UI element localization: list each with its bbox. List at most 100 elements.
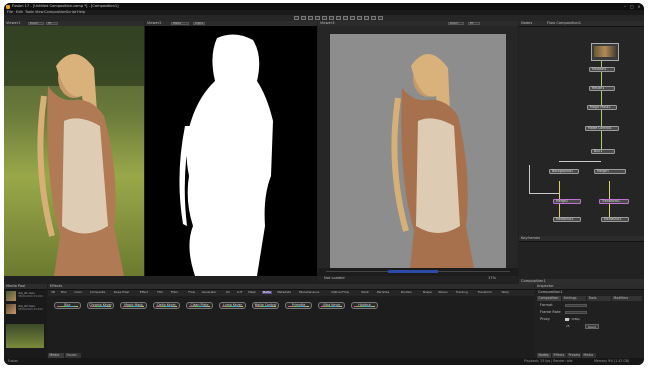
effects-category-warp[interactable]: Warp: [502, 291, 509, 294]
effects-tool-clean-plate[interactable]: Clean Plate: [186, 302, 213, 309]
text-icon[interactable]: [364, 16, 369, 20]
media-pool-header: Media Pool: [4, 284, 47, 290]
loop-icon[interactable]: [308, 16, 313, 20]
flow-node-mediain[interactable]: MediaIn1: [589, 67, 615, 72]
effects-category-color[interactable]: Color: [74, 291, 82, 294]
effects-category-composite[interactable]: Composite: [90, 291, 105, 294]
effects-category-tracking[interactable]: Tracking: [456, 291, 468, 294]
inspector-tab-settings[interactable]: Settings: [562, 296, 586, 301]
effects-category-filter[interactable]: Filter: [171, 291, 178, 294]
effects-category-effect[interactable]: Effect: [140, 291, 148, 294]
effects-category-stereo[interactable]: Stereo: [438, 291, 447, 294]
flow-title: Nodes: [521, 20, 533, 25]
flow-node-transform[interactable]: Transform1: [599, 199, 629, 204]
viewer2-matte[interactable]: [145, 26, 317, 276]
flow-node-matte-control[interactable]: Matte Control1: [585, 126, 619, 131]
menu-edit[interactable]: Edit: [16, 10, 23, 15]
paint-icon[interactable]: [343, 16, 348, 20]
tab-media[interactable]: Media: [48, 353, 64, 358]
flow-node-resize[interactable]: Resize1: [589, 86, 615, 91]
effects-category-position[interactable]: Position: [401, 291, 412, 294]
viewer2-alpha-dropdown[interactable]: Alpha: [193, 21, 205, 26]
viewer3-zoom-dropdown[interactable]: Zoom: [448, 21, 464, 26]
effects-tool-magic-mask[interactable]: Magic Mask: [120, 302, 147, 309]
transform-icon[interactable]: [378, 16, 383, 20]
effects-tool-chroma-keyer[interactable]: Chroma Keyer: [87, 302, 114, 309]
viewer1-image[interactable]: [4, 26, 144, 276]
zoom-icon[interactable]: [336, 16, 341, 20]
menu-view[interactable]: View: [35, 10, 44, 15]
effects-category-paint[interactable]: Paint: [362, 291, 369, 294]
inspector-node-name: Composition1: [538, 290, 563, 294]
effects-category-metadata[interactable]: Metadata: [277, 291, 291, 294]
effects-category-optical-flow[interactable]: Optical Flow: [331, 291, 349, 294]
effects-category-3d[interactable]: 3D: [51, 291, 55, 294]
flow-node-background[interactable]: Background1: [549, 169, 579, 174]
flow-node-merge1[interactable]: Merge1: [594, 169, 626, 174]
effects-tool-luma-keyer[interactable]: Luma Keyer: [219, 302, 246, 309]
flow-node-thumbnail[interactable]: [591, 43, 619, 61]
viewer3-time-ruler[interactable]: [318, 268, 518, 276]
inspector-tab-modifiers[interactable]: Modifiers: [612, 296, 642, 301]
inspector-tab-tools[interactable]: Tools: [587, 296, 611, 301]
effects-tool-delta-keyer[interactable]: Delta Keyer: [153, 302, 180, 309]
inspector-proxy-checkbox[interactable]: [565, 317, 569, 321]
effects-category-lut[interactable]: LUT: [237, 291, 242, 294]
minimize-icon[interactable]: –: [622, 4, 628, 9]
inspector-tab-composition[interactable]: Composition: [537, 296, 561, 301]
flow-node-mediaout-b[interactable]: MediaOut1: [601, 217, 629, 222]
inspector-bottom-tab-nodes[interactable]: Nodes: [537, 353, 551, 358]
menu-tools[interactable]: Tools: [25, 10, 34, 15]
effects-category-miscellaneous[interactable]: Miscellaneous: [299, 291, 319, 294]
viewer1-zoom-dropdown[interactable]: Zoom: [28, 21, 44, 26]
flow-node-magic-mask[interactable]: Magic Mask1: [587, 105, 617, 110]
flow-node-mediaout-a[interactable]: MediaOut1: [553, 217, 581, 222]
menu-help[interactable]: Help: [77, 10, 85, 15]
tab-fusion[interactable]: Fusion: [65, 353, 81, 358]
viewer3-fit-dropdown[interactable]: Fit: [468, 21, 480, 26]
effects-category-deep-pixel[interactable]: Deep Pixel: [114, 291, 129, 294]
inspector-bottom-tab-presets[interactable]: Presets: [567, 353, 581, 358]
effects-category-i-o[interactable]: I/O: [226, 291, 230, 294]
pointer-icon[interactable]: [322, 16, 327, 20]
inspector-bottom-tab-effects[interactable]: Effects: [552, 353, 566, 358]
viewer3-image[interactable]: [318, 26, 518, 268]
menu-file[interactable]: File: [7, 10, 13, 15]
effects-tool-ultra-keyer[interactable]: Ultra Keyer: [318, 302, 345, 309]
hand-icon[interactable]: [329, 16, 334, 20]
effects-tool-primatte[interactable]: Primatte: [285, 302, 312, 309]
effects-category-generator[interactable]: Generator: [202, 291, 217, 294]
media-clip-thumbnail-2[interactable]: [6, 304, 16, 314]
inspector-bottom-tab-media[interactable]: Media: [582, 353, 596, 358]
effects-category-shape[interactable]: Shape: [423, 291, 432, 294]
effects-tool-blur[interactable]: Blur: [54, 302, 81, 309]
viewer1-fit-dropdown[interactable]: Fit: [46, 21, 58, 26]
keyframes-header: Keyframes: [519, 236, 644, 242]
render-icon[interactable]: [315, 16, 320, 20]
effects-category-particles[interactable]: Particles: [377, 291, 389, 294]
inspector-framerate-field[interactable]: 25: [565, 310, 587, 327]
polygon-icon[interactable]: [357, 16, 362, 20]
menu-script[interactable]: Script: [66, 10, 76, 15]
flow-node-merge2[interactable]: Merge2: [553, 199, 581, 204]
inspector-reset-button[interactable]: Reset: [585, 324, 599, 329]
stop-icon[interactable]: [301, 16, 306, 20]
close-icon[interactable]: ×: [636, 4, 642, 9]
effects-tool-matte-control[interactable]: Matte Control: [252, 302, 279, 309]
play-icon[interactable]: [294, 16, 299, 20]
effects-category-transform[interactable]: Transform: [478, 291, 492, 294]
maximize-icon[interactable]: □: [629, 4, 635, 9]
effects-tool-holdout[interactable]: Holdout: [351, 302, 378, 309]
effects-category-flow[interactable]: Flow: [188, 291, 195, 294]
media-clip-thumbnail-1[interactable]: [6, 291, 16, 301]
mask-icon[interactable]: [350, 16, 355, 20]
viewer2-channel-dropdown[interactable]: Matte: [171, 21, 189, 26]
effects-category-blur[interactable]: Blur: [61, 291, 67, 294]
effects-category-matte[interactable]: Matte: [261, 291, 272, 294]
effects-category-mask[interactable]: Mask: [248, 291, 255, 294]
flow-node-blur[interactable]: Blur1: [591, 149, 615, 154]
menu-composition[interactable]: Composition: [44, 10, 66, 15]
merge-icon[interactable]: [371, 16, 376, 20]
effects-category-film[interactable]: Film: [157, 291, 163, 294]
inspector-format-field[interactable]: HD 1080p: [565, 303, 587, 320]
